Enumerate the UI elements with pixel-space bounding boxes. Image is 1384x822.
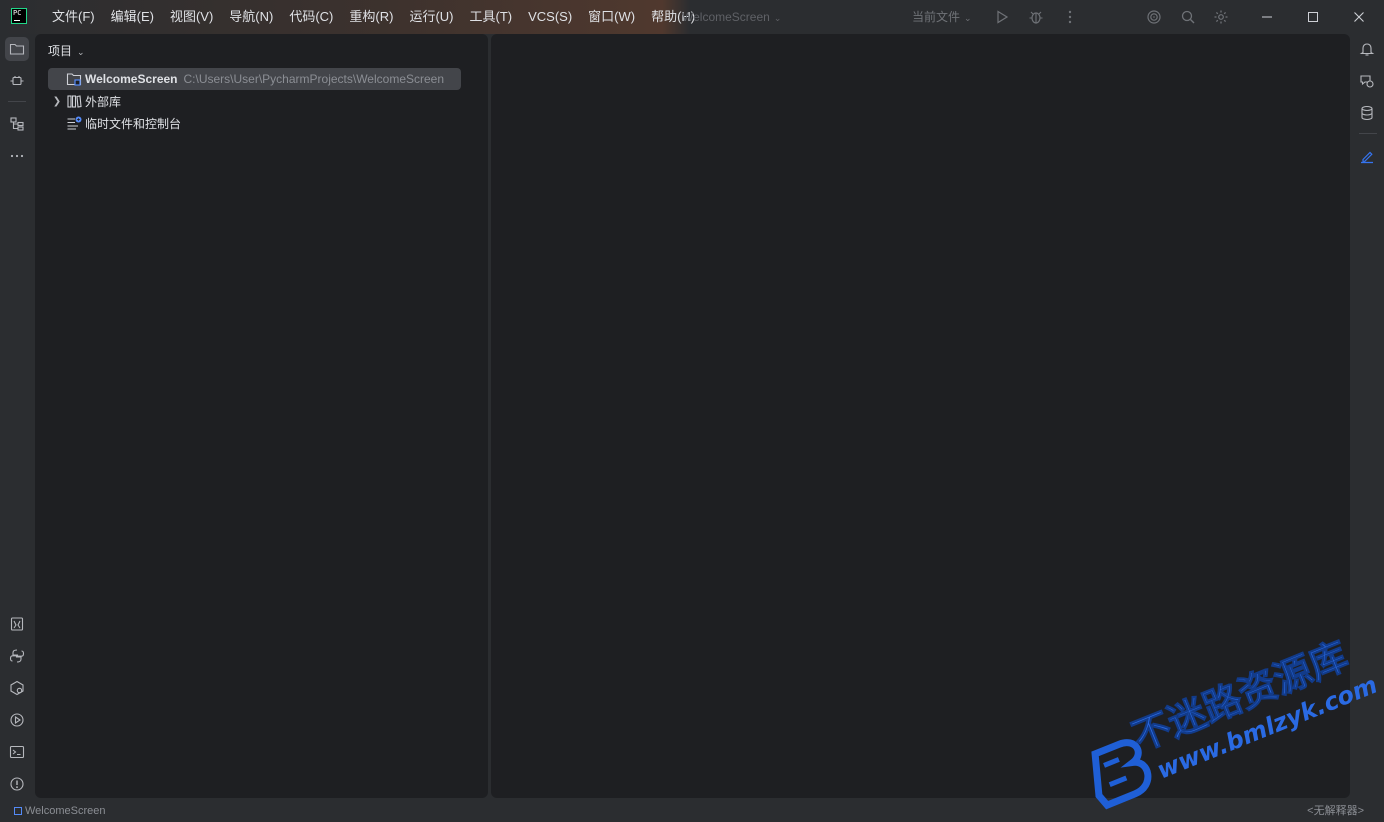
chevron-down-icon: ⌄ xyxy=(77,47,85,57)
chevron-right-icon[interactable]: ❯ xyxy=(48,96,66,107)
interpreter-selector[interactable]: <无解释器> xyxy=(1307,800,1364,822)
status-breadcrumb-label: WelcomeScreen xyxy=(25,805,106,817)
library-icon xyxy=(66,93,82,109)
strip-divider xyxy=(8,101,26,102)
run-icon[interactable] xyxy=(994,9,1010,25)
scientific-mode-icon[interactable] xyxy=(1355,144,1379,168)
run-config-label: 当前文件 xyxy=(912,10,961,24)
chevron-down-icon: ⌄ xyxy=(964,13,972,23)
maximize-button[interactable] xyxy=(1290,0,1336,34)
menu-view[interactable]: 视图(V) xyxy=(162,0,221,34)
module-square-icon xyxy=(14,807,22,815)
status-breadcrumb[interactable]: WelcomeScreen xyxy=(14,800,106,822)
database-icon[interactable] xyxy=(1355,101,1379,125)
project-panel-title: 项目 xyxy=(48,44,73,58)
services-icon[interactable] xyxy=(5,676,29,700)
more-actions-icon[interactable] xyxy=(1062,9,1078,25)
terminal-icon[interactable] xyxy=(5,740,29,764)
status-bar: WelcomeScreen <无解释器> xyxy=(0,800,1384,822)
menu-vcs[interactable]: VCS(S) xyxy=(520,0,580,34)
minimize-button[interactable] xyxy=(1244,0,1290,34)
tree-item-label: 临时文件和控制台 xyxy=(85,116,182,131)
project-folder-icon[interactable] xyxy=(5,37,29,61)
menu-tools[interactable]: 工具(T) xyxy=(461,0,520,34)
tree-item-path: C:\Users\User\PycharmProjects\WelcomeScr… xyxy=(183,72,445,86)
menu-edit[interactable]: 编辑(E) xyxy=(103,0,162,34)
ai-assistant-icon[interactable] xyxy=(1355,69,1379,93)
interpreter-label: <无解释器> xyxy=(1307,805,1364,817)
left-tool-strip xyxy=(0,34,34,800)
problems-icon[interactable] xyxy=(5,772,29,796)
pycharm-logo-icon[interactable]: PC xyxy=(11,8,27,24)
project-panel-header[interactable]: 项目 ⌄ xyxy=(48,43,85,60)
editor-area[interactable] xyxy=(491,34,1350,798)
structure-icon[interactable] xyxy=(5,112,29,136)
code-with-me-icon[interactable] xyxy=(1146,9,1162,25)
menu-window[interactable]: 窗口(W) xyxy=(580,0,643,34)
debug-icon[interactable] xyxy=(1028,9,1044,25)
project-switcher[interactable]: WelcomeScreen ⌄ xyxy=(682,0,781,35)
search-icon[interactable] xyxy=(1180,9,1196,25)
more-tools-icon[interactable] xyxy=(5,144,29,168)
python-packages-icon[interactable] xyxy=(5,612,29,636)
menu-refactor[interactable]: 重构(R) xyxy=(341,0,401,34)
run-config-selector[interactable]: 当前文件 ⌄ xyxy=(912,0,972,35)
menu-navigate[interactable]: 导航(N) xyxy=(221,0,281,34)
menu-file[interactable]: 文件(F) xyxy=(44,0,103,34)
module-folder-icon xyxy=(66,71,82,87)
python-console-icon[interactable] xyxy=(5,644,29,668)
strip-divider xyxy=(1359,133,1377,134)
title-bar: PC 文件(F) 编辑(E) 视图(V) 导航(N) 代码(C) 重构(R) 运… xyxy=(0,0,1384,34)
chevron-down-icon: ⌄ xyxy=(773,13,782,23)
settings-gear-icon[interactable] xyxy=(1213,9,1229,25)
project-tool-window: 项目 ⌄ WelcomeScreen C:\Users\User\PycharmP… xyxy=(35,34,488,798)
close-button[interactable] xyxy=(1336,0,1382,34)
tree-item-scratches[interactable]: 临时文件和控制台 xyxy=(48,112,181,134)
plugins-icon[interactable] xyxy=(5,69,29,93)
tree-item-label: WelcomeScreen xyxy=(85,72,178,86)
tree-item-label: 外部库 xyxy=(85,94,122,109)
scratches-icon xyxy=(66,115,82,131)
main-menu: 文件(F) 编辑(E) 视图(V) 导航(N) 代码(C) 重构(R) 运行(U… xyxy=(44,0,703,34)
notifications-bell-icon[interactable] xyxy=(1355,37,1379,61)
menu-code[interactable]: 代码(C) xyxy=(281,0,341,34)
menu-run[interactable]: 运行(U) xyxy=(401,0,461,34)
run-tool-icon[interactable] xyxy=(5,708,29,732)
tree-item-external-libraries[interactable]: ❯ 外部库 xyxy=(48,90,121,112)
tree-item-project-root[interactable]: WelcomeScreen C:\Users\User\PycharmProje… xyxy=(48,68,461,90)
project-switcher-label: WelcomeScreen xyxy=(682,10,770,24)
right-tool-strip xyxy=(1352,34,1384,800)
